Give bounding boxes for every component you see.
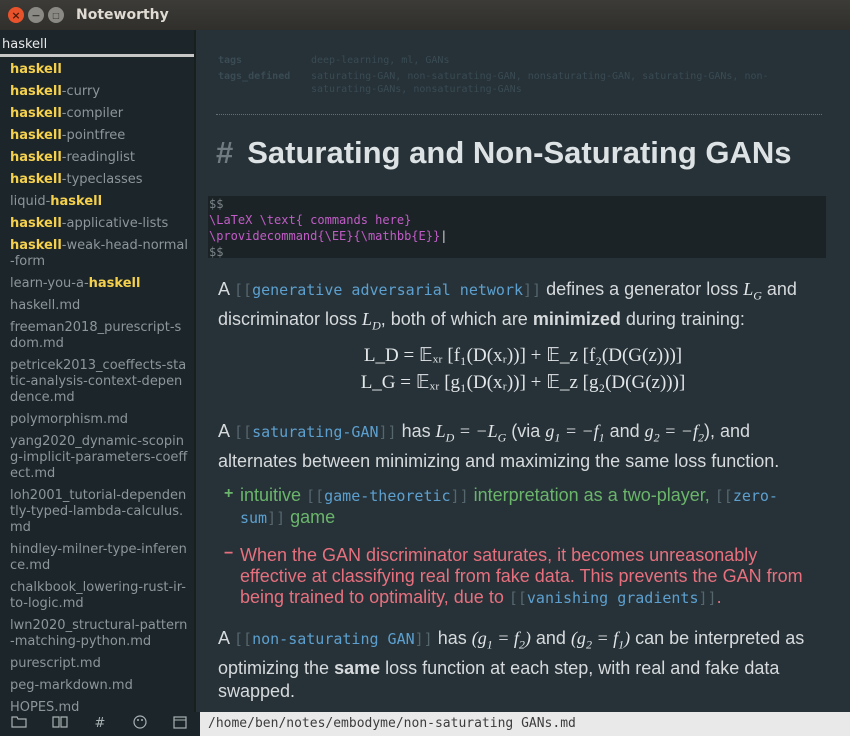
calendar-icon[interactable] <box>170 715 190 733</box>
paragraph: A [[saturating-GAN]] has LD = −LG (via g… <box>218 421 780 471</box>
file-list-item[interactable]: freeman2018_purescript-sdom.md <box>0 317 194 355</box>
search-box <box>0 30 194 57</box>
code-line: \LaTeX \text{ commands here} <box>209 213 412 227</box>
file-list-item[interactable]: haskell-applicative-lists <box>0 213 194 235</box>
minimize-button[interactable]: − <box>28 7 44 23</box>
list-item: − When the GAN discriminator saturates, … <box>224 545 803 607</box>
plus-icon: + <box>224 485 234 502</box>
code-line: $$ <box>209 197 224 211</box>
close-icon: × <box>11 8 21 22</box>
file-list-item[interactable]: learn-you-a-haskell <box>0 273 194 295</box>
list-item: + intuitive [[game-theoretic]] interpret… <box>224 485 778 527</box>
file-list-item[interactable]: haskell-weak-head-normal-form <box>0 235 194 273</box>
sidebar: haskellhaskell-curryhaskell-compilerhask… <box>0 30 194 715</box>
wiki-link[interactable]: non-saturating GAN <box>252 630 415 648</box>
math-equation: L_D = 𝔼ₓᵣ [f₁(D(xᵣ))] + 𝔼_z [f₂(D(G(z)))… <box>363 345 683 366</box>
frontmatter-value: deep-learning, ml, GANs <box>311 55 450 66</box>
frontmatter: tags deep-learning, ml, GANs tags_define… <box>218 54 781 99</box>
file-list-item[interactable]: hindley-milner-type-inference.md <box>0 539 194 577</box>
file-list-item[interactable]: haskell-typeclasses <box>0 169 194 191</box>
hashtag-icon[interactable]: # <box>90 715 110 733</box>
page-title: # Saturating and Non-Saturating GANs <box>216 135 792 171</box>
file-list-item[interactable]: purescript.md <box>0 653 194 675</box>
frontmatter-divider <box>216 114 822 115</box>
file-list-item[interactable]: polymorphism.md <box>0 409 194 431</box>
file-list-item[interactable]: haskell-pointfree <box>0 125 194 147</box>
file-list-item[interactable]: loh2001_tutorial-dependently-typed-lambd… <box>0 485 194 539</box>
file-list-item[interactable]: petricek2013_coeffects-static-analysis-c… <box>0 355 194 409</box>
close-button[interactable]: × <box>8 7 24 23</box>
heading-marker: # <box>216 135 234 170</box>
search-input[interactable] <box>2 37 190 52</box>
file-list-item[interactable]: haskell-readinglist <box>0 147 194 169</box>
palette-icon[interactable] <box>130 715 150 733</box>
paragraph: A [[generative adversarial network]] def… <box>218 279 797 333</box>
frontmatter-key: tags <box>218 55 243 66</box>
file-list-item[interactable]: haskell-compiler <box>0 103 194 125</box>
file-list: haskell haskell-curry haskell-compiler hask… <box>0 57 194 719</box>
file-list-item[interactable]: haskell-curry <box>0 81 194 103</box>
file-list-item[interactable]: haskell.md <box>0 295 194 317</box>
minus-icon: − <box>224 545 234 562</box>
title-bar: × − □ Noteworthy <box>0 0 850 30</box>
code-line: \providecommand{\EE}{\mathbb{E}}| <box>209 229 448 243</box>
bottom-toolbar: # /home/ben/notes/embodyme/non-saturatin… <box>0 712 850 736</box>
book-icon[interactable] <box>50 715 70 733</box>
window-title: Noteworthy <box>76 7 169 23</box>
wiki-link[interactable]: saturating-GAN <box>252 423 378 441</box>
file-list-item[interactable]: liquid-haskell <box>0 191 194 213</box>
file-list-item[interactable]: chalkbook_lowering-rust-ir-to-logic.md <box>0 577 194 615</box>
minimize-icon: − <box>31 8 41 22</box>
frontmatter-key: tags_defined <box>218 71 291 82</box>
file-list-item[interactable]: yang2020_dynamic-scoping-implicit-parame… <box>0 431 194 485</box>
wiki-link[interactable]: vanishing gradients <box>527 589 699 607</box>
latex-code-block[interactable]: $$ \LaTeX \text{ commands here} \provide… <box>208 196 826 259</box>
wiki-link[interactable]: generative adversarial network <box>252 281 523 299</box>
code-line: $$ <box>209 245 224 259</box>
file-path: /home/ben/notes/embodyme/non-saturating … <box>200 712 850 736</box>
maximize-button[interactable]: □ <box>48 7 64 23</box>
paragraph: A [[non-saturating GAN]] has (g1 = f2) a… <box>218 628 805 701</box>
file-list-item[interactable]: haskell <box>0 59 194 81</box>
frontmatter-value: saturating-GAN, non-saturating-GAN, nons… <box>311 71 769 95</box>
math-equation: L_G = 𝔼ₓᵣ [g₁(D(xᵣ))] + 𝔼_z [g₂(D(G(z)))… <box>360 372 686 393</box>
heading-text: Saturating and Non-Saturating GANs <box>247 135 792 170</box>
folder-icon[interactable] <box>9 715 29 733</box>
file-list-item[interactable]: peg-markdown.md <box>0 675 194 697</box>
file-list-item[interactable]: lwn2020_structural-pattern-matching-pyth… <box>0 615 194 653</box>
maximize-icon: □ <box>52 10 60 20</box>
editor-pane[interactable]: tags deep-learning, ml, GANs tags_define… <box>196 30 850 712</box>
wiki-link[interactable]: game-theoretic <box>324 487 450 505</box>
